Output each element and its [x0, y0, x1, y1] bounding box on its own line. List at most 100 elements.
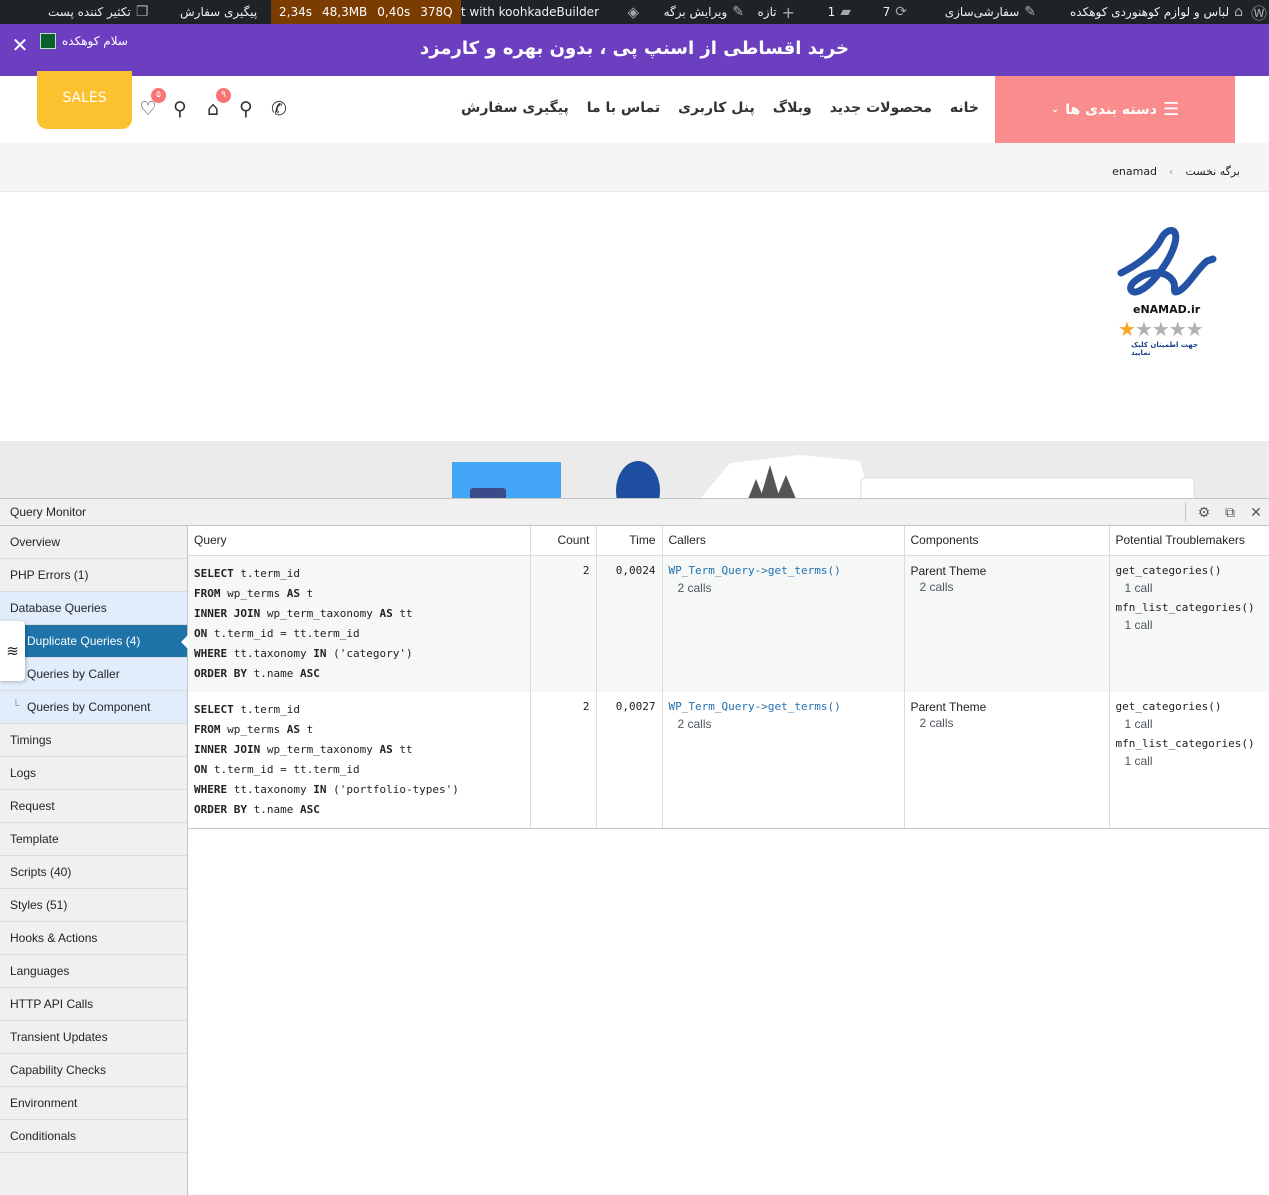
column-header-query[interactable]: Query — [188, 526, 531, 556]
component-name: Parent Theme — [910, 699, 987, 714]
search-icon[interactable]: ⚲ — [235, 98, 257, 120]
breadcrumb-current: enamad — [1112, 165, 1158, 178]
qm-nav-hooks-actions[interactable]: Hooks & Actions — [0, 922, 187, 955]
user-icon[interactable]: ⚲ — [169, 98, 191, 120]
qm-divider — [1185, 503, 1186, 521]
components-cell: Parent Theme 2 calls — [904, 555, 1110, 692]
home-icon: ⌂ — [1234, 4, 1243, 20]
chevron-down-icon: ⌄ — [1050, 104, 1060, 115]
nav-item-blog[interactable]: وبلاگ — [773, 100, 812, 116]
qm-nav-duplicate-queries[interactable]: Duplicate Queries (4) — [0, 625, 188, 658]
rating-stars: ★★★★★ — [1118, 317, 1204, 341]
qm-main-content: Query Count Time Callers Components Pote… — [188, 526, 1269, 829]
qm-nav-database-queries[interactable]: Database Queries — [0, 592, 187, 625]
troublemakers-cell: get_categories() 1 call mfn_list_categor… — [1109, 555, 1269, 692]
duplicator-link[interactable]: تکثیر کننده پست ❐ — [48, 0, 148, 24]
category-button[interactable]: ⌄ دسته بندی ها ☰ — [995, 76, 1235, 143]
qm-nav-queries-by-caller[interactable]: Queries by Caller — [0, 658, 187, 691]
promo-text: خرید اقساطی از اسنپ پی ، بدون بهره و کار… — [419, 38, 850, 59]
qm-nav-conditionals[interactable]: Conditionals — [0, 1120, 187, 1153]
qm-nav-timings[interactable]: Timings — [0, 724, 187, 757]
column-header-components[interactable]: Components — [904, 526, 1110, 556]
edit-page-link[interactable]: ویرایش برگه ✎ — [664, 0, 744, 24]
phone-icon[interactable]: ✆ — [268, 98, 290, 120]
wishlist-icon[interactable]: ♡ ۵ — [137, 88, 166, 120]
column-header-time[interactable]: Time — [596, 526, 663, 556]
builder-link[interactable]: Edit with koohkadeBuilder — [442, 0, 599, 24]
qm-nav-languages[interactable]: Languages — [0, 955, 187, 988]
customize-link[interactable]: سفارشی‌سازی ✎ — [945, 0, 1036, 24]
wp-logo-icon[interactable]: Ⓦ — [1251, 0, 1267, 24]
updates-link[interactable]: 7 ⟳ — [883, 0, 907, 24]
qm-db-time: 0,40s — [377, 5, 411, 19]
subitem-marker-icon: └ — [12, 700, 20, 712]
troublemaker-fn: get_categories() — [1115, 699, 1222, 713]
qm-nav-logs[interactable]: Logs — [0, 757, 187, 790]
qm-nav-environment[interactable]: Environment — [0, 1087, 187, 1120]
enamad-brand: eNAMAD.ir — [1133, 303, 1201, 316]
site-name-label: لباس و لوازم کوهنوردی کوهکده — [1070, 5, 1230, 19]
qm-nav-capability-checks[interactable]: Capability Checks — [0, 1054, 187, 1087]
time-cell: 0,0027 — [596, 691, 663, 829]
query-monitor-toggle[interactable]: 2,34s 48,3MB 0,40s 378Q — [271, 0, 461, 24]
qm-nav-overview[interactable]: Overview — [0, 526, 187, 559]
component-name: Parent Theme — [910, 563, 987, 578]
caller-calls: 2 calls — [677, 580, 712, 595]
gear-icon[interactable]: ⚙ — [1194, 503, 1214, 521]
star-icon: ★★★★ — [1134, 317, 1204, 341]
qm-nav-label: Template — [10, 832, 59, 846]
query-monitor-panel: Query Monitor ⚙ ⧉ ✕ Overview PHP Errors … — [0, 498, 1269, 1195]
close-icon[interactable]: ✕ — [1246, 503, 1266, 521]
qm-nav-label: Queries by Component — [27, 700, 151, 714]
qm-nav-label: Timings — [10, 733, 52, 747]
troublemaker-fn: get_categories() — [1115, 563, 1222, 577]
qm-nav-label: Languages — [10, 964, 70, 978]
breadcrumb-home[interactable]: برگه نخست — [1185, 165, 1240, 178]
order-tracking-link[interactable]: پیگیری سفارش — [180, 0, 257, 24]
count-cell: 2 — [530, 555, 597, 692]
cart-icon[interactable]: ⌂ ۹ — [202, 88, 231, 120]
qm-nav-scripts[interactable]: Scripts (40) — [0, 856, 187, 889]
enamad-badge[interactable]: eNAMAD.ir ★★★★★ جهت اطمینان کلیک نمایید — [1113, 225, 1218, 357]
popout-icon[interactable]: ⧉ — [1220, 503, 1240, 521]
troublemakers-cell: get_categories() 1 call mfn_list_categor… — [1109, 691, 1269, 829]
qm-nav-label: Environment — [10, 1096, 78, 1110]
qm-nav-label: HTTP API Calls — [10, 997, 94, 1011]
customize-label: سفارشی‌سازی — [944, 5, 1020, 19]
enamad-caption: جهت اطمینان کلیک نمایید — [1131, 341, 1198, 357]
comments-link[interactable]: 1 ▰ — [828, 0, 851, 24]
time-cell: 0,0024 — [596, 555, 663, 692]
nav-item-home[interactable]: خانه — [950, 100, 979, 116]
troublemaker-calls: 1 call — [1124, 716, 1153, 731]
qm-nav-label: Transient Updates — [10, 1030, 108, 1044]
qm-nav-queries-by-component[interactable]: └ Queries by Component — [0, 691, 187, 724]
qm-nav-request[interactable]: Request — [0, 790, 187, 823]
new-content-link[interactable]: تازه + — [758, 0, 795, 24]
qm-nav-label: Overview — [10, 535, 61, 549]
qm-nav-http-api-calls[interactable]: HTTP API Calls — [0, 988, 187, 1021]
qm-nav-label: Queries by Caller — [27, 667, 120, 681]
caller-link[interactable]: WP_Term_Query->get_terms() — [669, 564, 898, 577]
nav-item-contact[interactable]: تماس با ما — [587, 100, 660, 116]
nav-item-new-products[interactable]: محصولات جدید — [830, 100, 932, 116]
qm-nav-label: Capability Checks — [10, 1063, 107, 1077]
nav-item-user-panel[interactable]: پنل کاربری — [678, 100, 755, 116]
qm-nav-template[interactable]: Template — [0, 823, 187, 856]
nav-item-order-tracking[interactable]: پیگیری سفارش — [461, 100, 569, 116]
troublemaker-calls: 1 call — [1124, 617, 1153, 632]
column-header-troublemakers[interactable]: Potential Troublemakers — [1109, 526, 1269, 556]
column-header-callers[interactable]: Callers — [662, 526, 905, 556]
caller-link[interactable]: WP_Term_Query->get_terms() — [669, 700, 898, 713]
builder-logo-icon[interactable]: ◈ — [627, 0, 639, 24]
sales-button[interactable]: SALES — [37, 71, 132, 129]
qm-title-bar: Query Monitor ⚙ ⧉ ✕ — [0, 499, 1269, 526]
qm-nav-transient-updates[interactable]: Transient Updates — [0, 1021, 187, 1054]
troublemaker-fn: mfn_list_categories() — [1115, 600, 1255, 614]
site-name-link[interactable]: لباس و لوازم کوهنوردی کوهکده ⌂ — [1070, 0, 1243, 24]
qm-nav-label: Hooks & Actions — [10, 931, 98, 945]
enamad-logo — [1117, 227, 1217, 296]
qm-nav-php-errors[interactable]: PHP Errors (1) — [0, 559, 187, 592]
qm-nav-styles[interactable]: Styles (51) — [0, 889, 187, 922]
column-header-count[interactable]: Count — [530, 526, 597, 556]
layers-icon[interactable]: ≋ — [0, 621, 25, 681]
